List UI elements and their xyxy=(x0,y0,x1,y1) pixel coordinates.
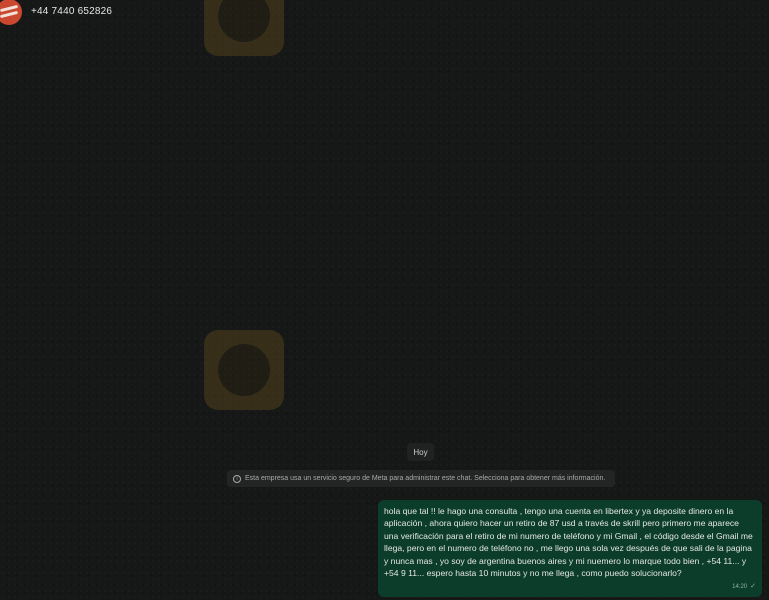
encryption-notice-text: Esta empresa usa un servicio seguro de M… xyxy=(245,475,606,482)
info-icon: i xyxy=(233,474,241,483)
contact-phone[interactable]: +44 7440 652826 xyxy=(31,6,112,17)
outgoing-message[interactable]: hola que tal !! le hago una consulta , t… xyxy=(378,500,762,597)
message-time: 14:20 xyxy=(732,583,748,590)
encryption-notice[interactable]: i Esta empresa usa un servicio seguro de… xyxy=(227,470,615,487)
chat-header[interactable]: +44 7440 652826 xyxy=(0,0,769,26)
brand-logo-icon[interactable] xyxy=(0,0,22,25)
eagle-badge-icon xyxy=(204,330,284,410)
message-meta: 14:20 ✓ xyxy=(732,581,756,593)
day-divider: Hoy xyxy=(407,443,434,461)
watermark-logo xyxy=(204,330,534,410)
chat-window: +44 7440 652826 Hoy i Esta empresa usa u… xyxy=(0,0,769,600)
check-icon: ✓ xyxy=(750,582,756,590)
message-text: hola que tal !! le hago una consulta , t… xyxy=(384,506,753,579)
